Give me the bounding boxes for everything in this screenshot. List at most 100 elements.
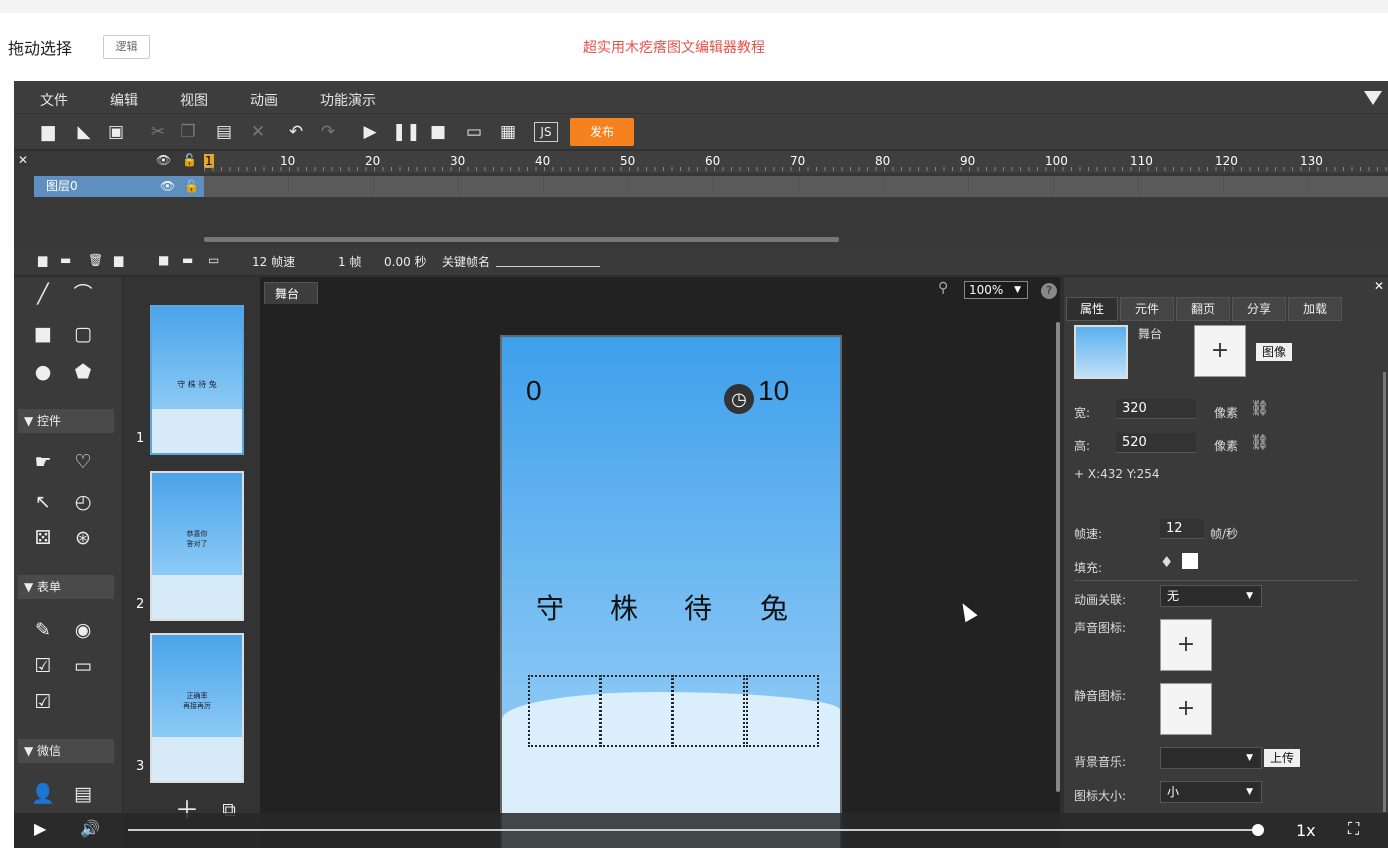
fill-color-swatch[interactable]: [1182, 553, 1198, 569]
blank-frame-icon[interactable]: ▭: [208, 253, 219, 267]
paste-icon[interactable]: ▤: [212, 120, 236, 144]
fps-input[interactable]: 12: [1160, 519, 1204, 539]
section-forms[interactable]: ▼ 表单: [18, 575, 114, 599]
redo-icon[interactable]: ↷: [316, 120, 340, 144]
timer-icon[interactable]: ◴: [70, 489, 96, 515]
help-icon[interactable]: ?: [1041, 283, 1057, 299]
collapse-icon[interactable]: [1364, 91, 1382, 105]
copy-layer-icon[interactable]: ▆: [114, 253, 123, 267]
curve-tool-icon[interactable]: ⌒: [70, 281, 96, 307]
section-controls[interactable]: ▼ 控件: [18, 409, 114, 433]
drop-target-3[interactable]: [672, 675, 745, 747]
layer-row[interactable]: 图层0 👁 🔓: [34, 176, 204, 197]
radio-icon[interactable]: ◉: [70, 617, 96, 643]
width-input[interactable]: 320: [1116, 399, 1196, 419]
add-image-button[interactable]: +: [1194, 325, 1246, 377]
new-file-icon[interactable]: ▆: [36, 120, 60, 144]
paint-bucket-icon[interactable]: ♦: [1160, 553, 1173, 571]
drop-target-2[interactable]: [600, 675, 673, 747]
layer-lock-icon[interactable]: 🔓: [184, 176, 199, 197]
tab-paging[interactable]: 翻页: [1176, 297, 1230, 321]
playback-speed[interactable]: 1x: [1296, 821, 1316, 840]
save-icon[interactable]: ▣: [104, 120, 128, 144]
image-button[interactable]: 图像: [1256, 343, 1293, 361]
copy-icon[interactable]: ❐: [176, 120, 200, 144]
rounded-rect-tool-icon[interactable]: ▢: [70, 321, 96, 347]
volume-icon[interactable]: 🔊: [80, 819, 100, 838]
card-icon[interactable]: ▤: [70, 781, 96, 807]
play-icon[interactable]: ▶: [34, 819, 46, 838]
iconsize-select[interactable]: 小 ▼: [1160, 781, 1262, 803]
seek-handle[interactable]: [1252, 824, 1264, 836]
link-icon[interactable]: ⛓: [1250, 433, 1269, 451]
menu-demo[interactable]: 功能演示: [320, 90, 376, 110]
frame-track[interactable]: [204, 176, 1388, 197]
play-icon[interactable]: ▶: [358, 120, 382, 144]
folder-icon[interactable]: ▬: [60, 253, 71, 267]
polygon-tool-icon[interactable]: ⬟: [70, 359, 96, 385]
dice-icon[interactable]: ⚄: [30, 525, 56, 551]
fullscreen-icon[interactable]: ⛶: [1348, 819, 1359, 839]
keyframe-icon[interactable]: ▬: [182, 253, 193, 267]
menu-animation[interactable]: 动画: [250, 90, 278, 110]
frame-icon[interactable]: ■: [158, 253, 169, 267]
rectangle-tool-icon[interactable]: ■: [30, 321, 56, 347]
pause-icon[interactable]: ❚❚: [392, 120, 421, 144]
sound-icon-button[interactable]: +: [1160, 619, 1212, 671]
seek-bar[interactable]: [128, 829, 1258, 831]
upload-button[interactable]: 上传: [1264, 749, 1301, 767]
delete-icon[interactable]: ✕: [246, 120, 270, 144]
tab-properties[interactable]: 属性: [1066, 297, 1118, 321]
score-text[interactable]: 0: [526, 375, 542, 407]
add-layer-icon[interactable]: ▆: [38, 253, 47, 267]
preview-icon[interactable]: ▭: [462, 120, 486, 144]
eye-icon[interactable]: 👁: [156, 153, 171, 167]
tutorial-link[interactable]: 超实用木疙瘩图文编辑器教程: [583, 37, 765, 57]
cut-icon[interactable]: ✂: [146, 120, 170, 144]
drag-icon[interactable]: ☛: [30, 449, 56, 475]
link-icon[interactable]: ⛓: [1250, 399, 1269, 417]
search-icon[interactable]: ⚲: [938, 280, 948, 296]
section-wechat[interactable]: ▼ 微信: [18, 739, 114, 763]
page-thumb-1[interactable]: 守 株 待 兔: [150, 305, 244, 455]
layer-eye-icon[interactable]: 👁: [160, 176, 175, 197]
idiom-char[interactable]: 兔: [760, 587, 788, 627]
close-icon[interactable]: ✕: [1374, 279, 1384, 293]
logic-button[interactable]: 逻辑: [103, 35, 150, 59]
idiom-char[interactable]: 株: [610, 587, 638, 627]
bgm-select[interactable]: ▼: [1160, 747, 1262, 769]
trash-icon[interactable]: 🗑: [88, 253, 103, 267]
idiom-char[interactable]: 守: [536, 587, 564, 627]
tab-symbols[interactable]: 元件: [1120, 297, 1174, 321]
stage-canvas[interactable]: 0 ◷ 10 守 株 待 兔: [500, 335, 842, 848]
js-icon[interactable]: JS: [534, 122, 558, 142]
open-folder-icon[interactable]: ◣: [72, 120, 96, 144]
line-tool-icon[interactable]: ╱: [30, 281, 56, 307]
checkbox-icon[interactable]: ☑: [30, 653, 56, 679]
close-icon[interactable]: ✕: [18, 153, 28, 167]
menu-file[interactable]: 文件: [40, 90, 68, 110]
drop-target-1[interactable]: [528, 675, 601, 747]
tab-share[interactable]: 分享: [1232, 297, 1286, 321]
anim-select[interactable]: 无 ▼: [1160, 585, 1262, 607]
drop-target-4[interactable]: [746, 675, 819, 747]
lock-icon[interactable]: 🔓: [182, 153, 197, 167]
tab-stage[interactable]: 舞台: [264, 282, 318, 304]
dropdown-icon[interactable]: ▭: [70, 653, 96, 679]
menu-view[interactable]: 视图: [180, 90, 208, 110]
property-scrollbar[interactable]: [1383, 372, 1386, 812]
frame-ruler[interactable]: 1 10 20 30 40 50 60 70 80 90 100 110 120…: [204, 151, 1388, 173]
heart-icon[interactable]: ♡: [70, 449, 96, 475]
publish-button[interactable]: 发布: [570, 118, 634, 146]
keyframe-input[interactable]: [496, 266, 600, 267]
tab-loading[interactable]: 加载: [1288, 297, 1342, 321]
undo-icon[interactable]: ↶: [284, 120, 308, 144]
wheel-icon[interactable]: ⊛: [70, 525, 96, 551]
height-input[interactable]: 520: [1116, 433, 1196, 453]
swipe-icon[interactable]: ↖: [30, 489, 56, 515]
page-thumb-3[interactable]: 正确率 再接再厉: [150, 633, 244, 783]
timeline-scrollbar[interactable]: [204, 237, 839, 242]
input-field-icon[interactable]: ✎: [30, 617, 56, 643]
countdown-timer[interactable]: ◷ 10: [724, 375, 789, 414]
menu-edit[interactable]: 编辑: [110, 90, 138, 110]
